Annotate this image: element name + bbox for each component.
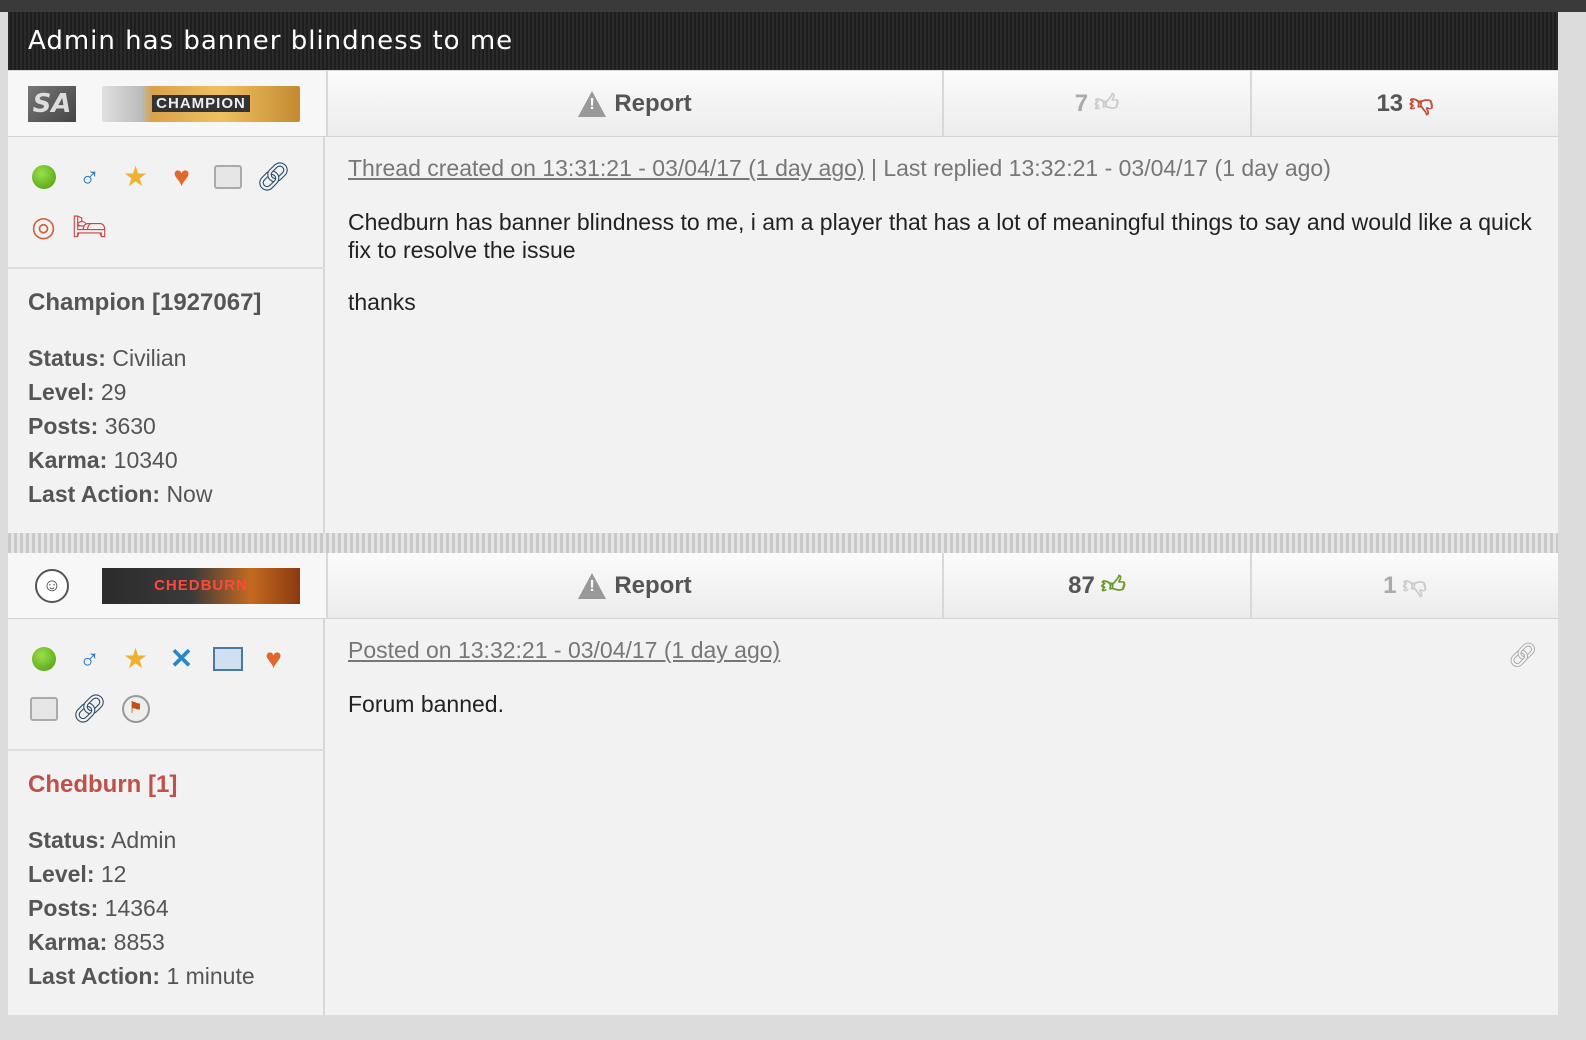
thumbs-up-icon: 👍︎ — [1094, 89, 1120, 117]
heart-icon[interactable]: ♥ — [258, 641, 289, 677]
thumbs-down-icon: 👎︎ — [1409, 89, 1434, 117]
id-card-icon[interactable] — [212, 641, 243, 677]
user-last-action: Last Action: Now — [28, 481, 213, 507]
post-body: Chedburn has banner blindness to me, i a… — [348, 208, 1538, 316]
post-body: Forum banned. — [348, 690, 1538, 718]
warning-icon — [578, 90, 607, 117]
online-icon[interactable] — [28, 159, 59, 195]
user-level: Level: 29 — [28, 379, 127, 405]
report-label: Report — [614, 89, 692, 117]
user-info: Chedburn [1] Status: Admin Level: 12 Pos… — [8, 751, 323, 993]
top-strip — [0, 0, 1586, 12]
thumbs-down-icon: 👎︎ — [1402, 571, 1427, 599]
posted-on-link[interactable]: Posted on 13:32:21 - 03/04/17 (1 day ago… — [348, 637, 780, 663]
user-status: Status: Admin — [28, 827, 177, 853]
username-link[interactable]: Chedburn [1] — [28, 771, 323, 799]
user-info: Champion [1927067] Status: Civilian Leve… — [8, 269, 323, 511]
dislike-button[interactable]: 1 👎︎ — [1250, 553, 1558, 619]
post-header: ☺ CHEDBURN Report 87 👍︎ 1 👎︎ — [8, 553, 1558, 619]
post-paragraph: Chedburn has banner blindness to me, i a… — [348, 209, 1532, 263]
user-karma: Karma: 8853 — [28, 929, 165, 955]
dislike-button[interactable]: 13 👎︎ — [1250, 71, 1558, 137]
warning-icon — [578, 572, 607, 599]
report-button[interactable]: Report — [326, 71, 942, 137]
thread-title: Admin has banner blindness to me — [8, 12, 1558, 70]
face-icon: ☺ — [35, 568, 69, 603]
briefcase-icon[interactable] — [212, 159, 243, 195]
permalink-icon[interactable]: 🔗︎ — [1508, 641, 1538, 670]
post-content: Posted on 13:32:21 - 03/04/17 (1 day ago… — [348, 619, 1538, 742]
user-posts: Posts: 14364 — [28, 895, 169, 921]
forum-post: SA CHAMPION Report 7 👍︎ 13 👎︎ ♂ ★ ♥ 🔗︎ ◎ — [8, 71, 1558, 533]
user-last-action: Last Action: 1 minute — [28, 963, 255, 989]
faction-logo-icon[interactable]: SA — [28, 85, 76, 122]
post-meta: Posted on 13:32:21 - 03/04/17 (1 day ago… — [348, 637, 1538, 664]
crossed-tools-icon[interactable]: ✕ — [166, 641, 197, 677]
dislike-count: 13 — [1376, 89, 1404, 117]
heart-icon[interactable]: ♥ — [166, 159, 197, 195]
online-icon[interactable] — [28, 641, 59, 677]
like-button[interactable]: 7 👍︎ — [942, 71, 1250, 137]
user-karma: Karma: 10340 — [28, 447, 178, 473]
flag-badge-icon[interactable]: ⚑ — [120, 691, 151, 727]
user-posts: Posts: 3630 — [28, 413, 156, 439]
user-icons: ♂ ★ ✕ ♥ 🔗︎ ⚑ — [8, 619, 325, 751]
user-header: SA CHAMPION — [8, 71, 326, 137]
user-header: ☺ CHEDBURN — [8, 553, 326, 619]
banner-text: CHEDBURN — [154, 577, 248, 594]
post-paragraph: Forum banned. — [348, 691, 504, 717]
dislike-count: 1 — [1383, 571, 1397, 599]
last-replied-text: | Last replied 13:32:21 - 03/04/17 (1 da… — [870, 155, 1331, 181]
male-icon[interactable]: ♂ — [74, 159, 105, 195]
hospital-bed-icon[interactable]: 🛏︎ — [72, 209, 108, 245]
user-icons: ♂ ★ ♥ 🔗︎ ◎ 🛏︎ — [8, 137, 325, 269]
like-button[interactable]: 87 👍︎ — [942, 553, 1250, 619]
report-button[interactable]: Report — [326, 553, 942, 619]
link-icon[interactable]: 🔗︎ — [72, 691, 108, 727]
like-count: 7 — [1074, 89, 1089, 117]
post-meta: Thread created on 13:31:21 - 03/04/17 (1… — [348, 155, 1538, 182]
report-label: Report — [614, 571, 692, 599]
post-content: Thread created on 13:31:21 - 03/04/17 (1… — [348, 137, 1538, 340]
post-paragraph: thanks — [348, 289, 416, 315]
like-count: 87 — [1068, 571, 1095, 599]
thumbs-up-icon: 👍︎ — [1100, 571, 1126, 599]
user-sidebar: ♂ ★ ✕ ♥ 🔗︎ ⚑ Chedburn [1] Status: Admin … — [8, 619, 325, 1015]
user-status: Status: Civilian — [28, 345, 187, 371]
link-icon[interactable]: 🔗︎ — [256, 159, 292, 195]
star-icon[interactable]: ★ — [120, 641, 151, 677]
avatar[interactable]: ☺ — [28, 568, 76, 604]
user-level: Level: 12 — [28, 861, 127, 887]
star-icon[interactable]: ★ — [120, 159, 151, 195]
target-icon[interactable]: ◎ — [28, 209, 59, 245]
briefcase-icon[interactable] — [28, 691, 59, 727]
user-banner[interactable]: CHEDBURN — [102, 567, 300, 604]
forum-post: ☺ CHEDBURN Report 87 👍︎ 1 👎︎ ♂ ★ ✕ ♥ — [8, 553, 1558, 1015]
user-sidebar: ♂ ★ ♥ 🔗︎ ◎ 🛏︎ Champion [1927067] Status:… — [8, 137, 325, 533]
user-banner[interactable]: CHAMPION — [102, 85, 300, 122]
post-separator — [8, 533, 1558, 553]
banner-text: CHAMPION — [152, 95, 250, 112]
thread-created-link[interactable]: Thread created on 13:31:21 - 03/04/17 (1… — [348, 155, 865, 181]
post-header: SA CHAMPION Report 7 👍︎ 13 👎︎ — [8, 71, 1558, 137]
username-link[interactable]: Champion [1927067] — [28, 289, 323, 317]
male-icon[interactable]: ♂ — [74, 641, 105, 677]
